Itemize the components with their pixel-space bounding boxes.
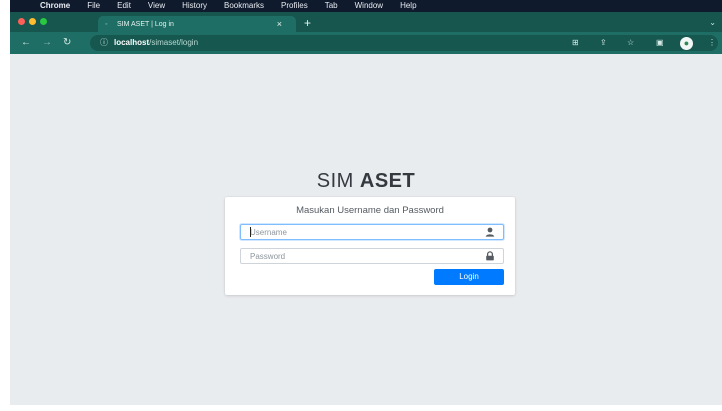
zoom-window-button[interactable]: [40, 18, 47, 25]
username-input[interactable]: [241, 225, 481, 239]
extensions-icon[interactable]: ⊞: [572, 35, 579, 51]
username-field[interactable]: [240, 224, 504, 240]
tab-title: SIM ASET | Log in: [117, 20, 174, 28]
menu-history[interactable]: History: [182, 0, 207, 12]
user-icon: [485, 227, 495, 237]
profile-avatar-icon[interactable]: ●: [680, 37, 693, 50]
kebab-menu-icon[interactable]: ⋮: [708, 35, 716, 51]
menu-edit[interactable]: Edit: [117, 0, 131, 12]
address-bar[interactable]: ⓘ localhost/simaset/login ⊞ ⇪ ☆ ▣ ● ⋮: [90, 35, 718, 51]
menu-window[interactable]: Window: [355, 0, 383, 12]
menu-tab[interactable]: Tab: [325, 0, 338, 12]
minimize-window-button[interactable]: [29, 18, 36, 25]
brand-aset: ASET: [359, 170, 416, 192]
close-window-button[interactable]: [18, 18, 25, 25]
password-input[interactable]: [241, 249, 481, 263]
url-path: /simaset/login: [149, 38, 199, 47]
browser-toolbar: ← → ↻ ⓘ localhost/simaset/login ⊞ ⇪ ☆ ▣ …: [10, 32, 722, 54]
share-icon[interactable]: ⇪: [600, 35, 607, 51]
login-box-message: Masukan Username dan Password: [296, 205, 444, 216]
login-card: Masukan Username dan Password Login: [225, 197, 515, 295]
menu-help[interactable]: Help: [400, 0, 416, 12]
tab-strip: ◦ SIM ASET | Log in × + ⌄: [10, 12, 722, 32]
browser-window: Chrome File Edit View History Bookmarks …: [10, 0, 722, 405]
site-info-icon[interactable]: ⓘ: [100, 35, 108, 51]
forward-arrow-icon[interactable]: →: [42, 32, 52, 54]
side-panel-icon[interactable]: ▣: [656, 35, 664, 51]
tab-sim-aset-login[interactable]: ◦ SIM ASET | Log in ×: [98, 16, 296, 32]
login-logo: SIM ASET: [10, 170, 722, 193]
menu-profiles[interactable]: Profiles: [281, 0, 308, 12]
brand-sim: SIM: [316, 170, 360, 192]
bookmark-star-icon[interactable]: ☆: [627, 35, 634, 51]
login-button[interactable]: Login: [434, 269, 504, 285]
back-arrow-icon[interactable]: ←: [21, 32, 31, 54]
url-text[interactable]: localhost/simaset/login: [114, 35, 198, 51]
macos-menu-bar: Chrome File Edit View History Bookmarks …: [10, 0, 722, 12]
favicon-icon: ◦: [105, 20, 108, 28]
text-cursor: [250, 227, 251, 237]
tab-close-icon[interactable]: ×: [277, 16, 282, 32]
menu-bookmarks[interactable]: Bookmarks: [224, 0, 264, 12]
tab-search-chevron-icon[interactable]: ⌄: [709, 18, 716, 27]
password-field[interactable]: [240, 248, 504, 264]
lock-icon: [486, 251, 494, 261]
reload-icon[interactable]: ↻: [63, 32, 71, 54]
new-tab-button[interactable]: +: [304, 17, 311, 29]
menu-app-name[interactable]: Chrome: [40, 0, 70, 12]
menu-view[interactable]: View: [148, 0, 165, 12]
menu-file[interactable]: File: [87, 0, 100, 12]
url-host: localhost: [114, 38, 150, 47]
